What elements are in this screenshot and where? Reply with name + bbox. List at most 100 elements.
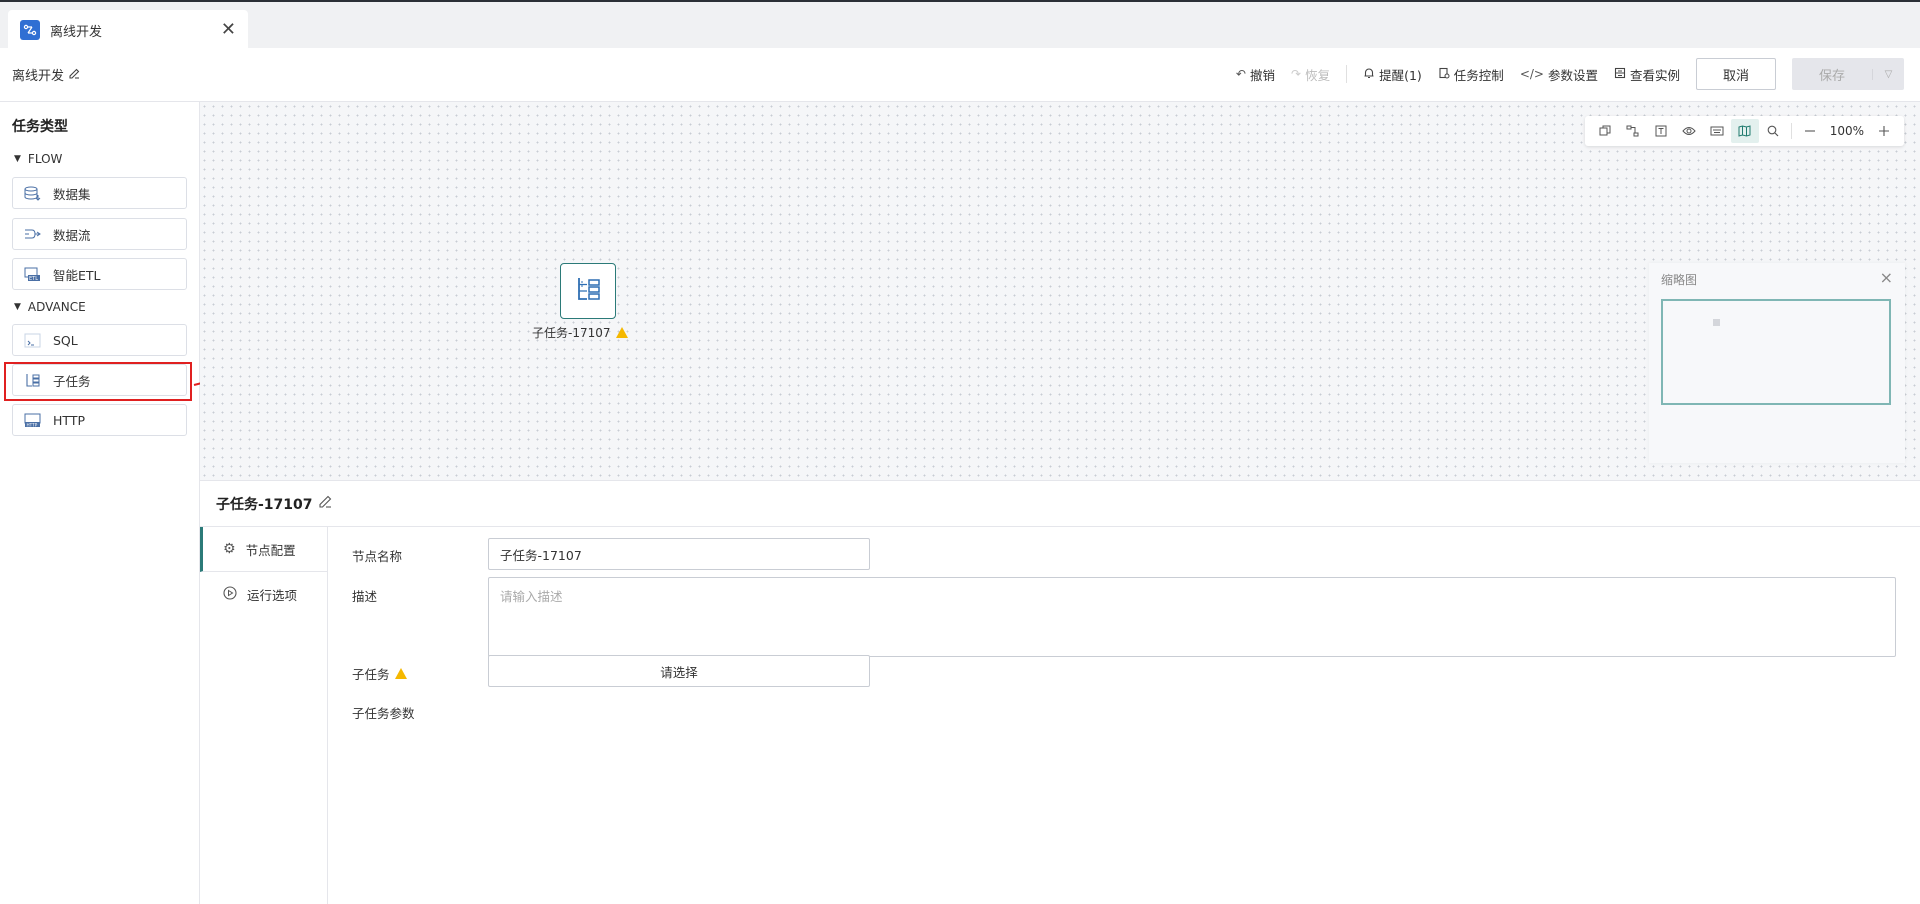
sidebar-item-label: SQL: [53, 332, 78, 348]
sidebar-item-subtask[interactable]: 子任务: [12, 364, 187, 396]
http-icon: HTTP: [23, 412, 41, 428]
sidebar-item-http[interactable]: HTTP HTTP: [12, 404, 187, 436]
zoom-out-icon[interactable]: [1796, 119, 1824, 143]
tab-offline-dev[interactable]: 离线开发 ✕: [8, 10, 248, 50]
reminder-label: 提醒(1): [1379, 67, 1422, 83]
sidebar-item-label: 子任务: [53, 373, 91, 389]
flow-canvas[interactable]: 100% 子任务-17107 缩略图 ×: [200, 102, 1920, 480]
warning-icon: [394, 668, 407, 679]
bell-icon: [1363, 67, 1375, 82]
redo-icon: ↷: [1291, 67, 1302, 81]
sidebar-item-dataflow[interactable]: 数据流: [12, 218, 187, 250]
reminder-button[interactable]: 提醒(1): [1363, 65, 1422, 84]
gear-icon: ⚙: [223, 541, 236, 557]
chevron-down-icon[interactable]: ▽: [1872, 68, 1904, 80]
caret-down-icon: ▼: [14, 302, 21, 312]
canvas-node-subtask[interactable]: [560, 263, 616, 319]
play-circle-icon: [223, 585, 237, 604]
subtask-label-text: 子任务: [352, 667, 390, 682]
redo-label: 恢复: [1305, 67, 1331, 83]
close-icon[interactable]: ✕: [221, 21, 236, 39]
param-settings-label: 参数设置: [1547, 67, 1598, 83]
task-control-button[interactable]: 任务控制: [1438, 65, 1504, 84]
view-instance-label: 查看实例: [1629, 67, 1680, 83]
subtask-icon: [574, 276, 602, 306]
sidebar-item-label: 数据集: [53, 186, 91, 202]
undo-icon: ↶: [1235, 67, 1246, 81]
description-textarea[interactable]: 请输入描述: [488, 577, 1896, 657]
layout-icon[interactable]: [1619, 119, 1647, 143]
dataflow-icon: [23, 226, 41, 242]
redo-button[interactable]: ↷ 恢复: [1291, 65, 1330, 84]
group-advance-label: ADVANCE: [27, 300, 86, 314]
edit-icon[interactable]: [69, 68, 80, 82]
svg-text:HTTP: HTTP: [26, 422, 37, 427]
tab-label: 运行选项: [247, 588, 298, 603]
svg-text:ETL: ETL: [29, 276, 38, 282]
text-box-icon[interactable]: [1647, 119, 1675, 143]
subtask-params-label: 子任务参数: [352, 706, 415, 721]
save-label: 保存: [1818, 68, 1845, 84]
toolbar-divider: [1346, 65, 1348, 83]
subtask-icon: [23, 372, 41, 388]
description-label: 描述: [352, 589, 378, 604]
view-instance-button[interactable]: 查看实例: [1614, 65, 1680, 84]
keyboard-icon[interactable]: [1703, 119, 1731, 143]
tab-run-options[interactable]: 运行选项: [200, 572, 327, 617]
group-flow-label: FLOW: [27, 152, 63, 166]
panel-header: 子任务-17107: [200, 481, 1920, 527]
tab-label: 节点配置: [245, 542, 296, 558]
save-button[interactable]: 保存 ▽: [1792, 58, 1904, 90]
cancel-button[interactable]: 取消: [1696, 58, 1776, 90]
toolbar: ↶ 撤销 ↷ 恢复 提醒(1) 任务控制 </> 参数设置 查看实例 取消 保存…: [1220, 56, 1904, 92]
node-label-text: 子任务-17107: [532, 326, 611, 340]
caret-down-icon: ▼: [14, 154, 21, 164]
tab-node-config[interactable]: ⚙ 节点配置: [200, 527, 327, 572]
task-control-icon: [1438, 67, 1450, 82]
search-icon[interactable]: [1759, 119, 1787, 143]
param-settings-button[interactable]: </> 参数设置: [1520, 65, 1598, 84]
canvas-node-label: 子任务-17107: [532, 324, 628, 341]
config-tabs: ⚙ 节点配置 运行选项: [200, 527, 328, 904]
subtask-select[interactable]: 请选择: [488, 655, 870, 687]
warning-icon: [615, 327, 628, 338]
minimap-toggle-icon[interactable]: [1730, 119, 1759, 143]
sidebar-item-smart-etl[interactable]: ETL 智能ETL: [12, 258, 187, 290]
tab-bar: 离线开发 ✕: [0, 0, 1920, 50]
minimap-title: 缩略图: [1661, 273, 1698, 287]
app-logo-icon: [20, 20, 40, 40]
close-icon[interactable]: ×: [1880, 268, 1893, 287]
canvas-toolbar: 100%: [1584, 116, 1904, 146]
sql-icon: [23, 332, 41, 348]
node-config-panel: 子任务-17107 ⚙ 节点配置 运行选项 节点名称 子任务-17107 描述 …: [200, 480, 1920, 904]
zoom-in-icon[interactable]: [1870, 119, 1898, 143]
undo-button[interactable]: ↶ 撤销: [1236, 65, 1275, 84]
zoom-level: 100%: [1829, 124, 1864, 138]
subtask-label: 子任务: [352, 664, 407, 683]
page-title: 离线开发: [12, 65, 80, 84]
page-title-text: 离线开发: [12, 69, 65, 84]
minimap-viewport[interactable]: [1661, 299, 1891, 405]
node-name-label: 节点名称: [352, 549, 403, 564]
task-control-label: 任务控制: [1453, 67, 1504, 83]
etl-icon: ETL: [23, 266, 41, 282]
copy-icon[interactable]: [1591, 119, 1619, 143]
edit-icon[interactable]: [318, 495, 332, 512]
minimap-node: [1713, 319, 1720, 326]
sidebar-item-sql[interactable]: SQL: [12, 324, 187, 356]
instance-icon: [1614, 67, 1626, 82]
sidebar-item-label: 数据流: [53, 227, 91, 243]
sidebar-item-dataset[interactable]: 数据集: [12, 177, 187, 209]
group-flow[interactable]: ▼ FLOW: [14, 152, 62, 166]
panel-title: 子任务-17107: [216, 496, 313, 513]
group-advance[interactable]: ▼ ADVANCE: [14, 300, 86, 314]
node-config-form: 节点名称 子任务-17107 描述 请输入描述 子任务 请选择 子任务参数: [352, 527, 1920, 904]
eye-icon[interactable]: [1675, 119, 1703, 143]
header: 离线开发 ↶ 撤销 ↷ 恢复 提醒(1) 任务控制 </> 参数设置 查看实例 …: [0, 48, 1920, 102]
tab-title: 离线开发: [50, 24, 103, 40]
code-icon: </>: [1519, 67, 1544, 81]
sidebar-item-label: 智能ETL: [53, 267, 101, 283]
sidebar-item-label: HTTP: [53, 412, 85, 428]
toolbar-divider: [1790, 123, 1792, 139]
node-name-input[interactable]: 子任务-17107: [488, 538, 870, 570]
